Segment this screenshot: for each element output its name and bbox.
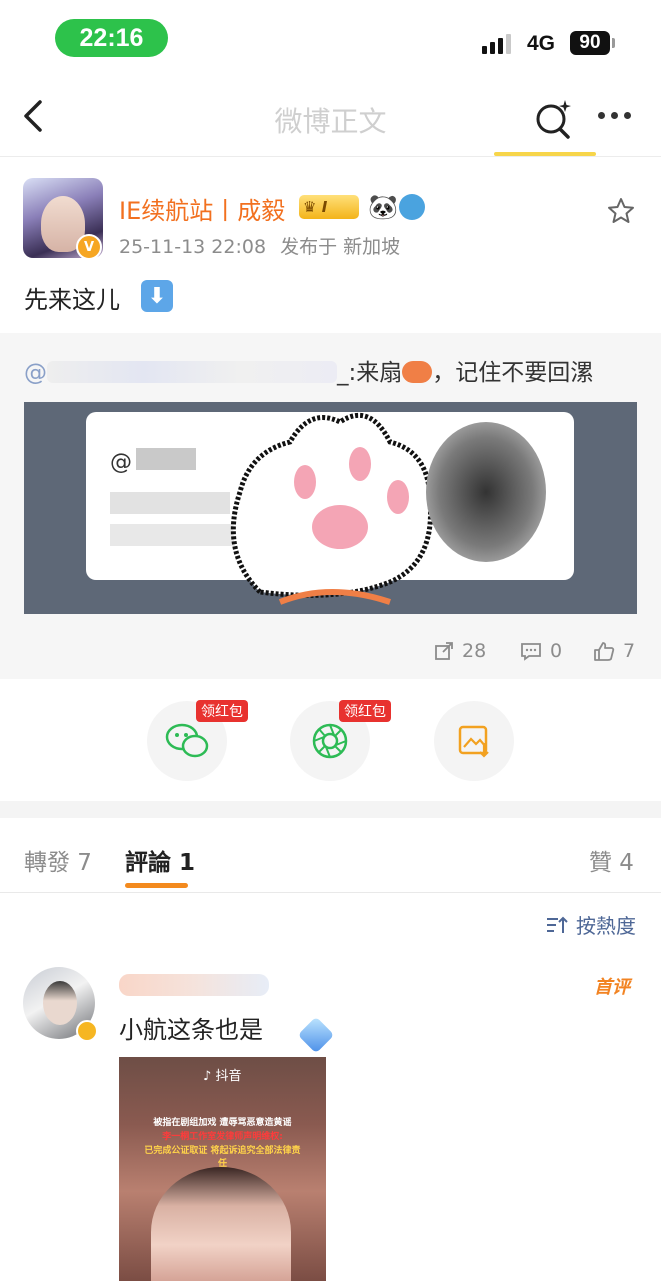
more-options-icon[interactable] <box>598 112 631 119</box>
post-timestamp: 25-11-13 22:08 <box>119 236 267 258</box>
image-headline-2: 李一桐工作室发律师声明维权: <box>162 1132 283 1142</box>
battery-tip <box>612 38 615 48</box>
sort-icon <box>547 916 568 933</box>
comment-count[interactable]: 0 <box>520 640 562 662</box>
share-count-value: 28 <box>462 640 487 662</box>
comment-text: 小航这条也是 <box>119 1016 263 1044</box>
post-location: 发布于 新加坡 <box>280 236 401 258</box>
repost-mention-prefix[interactable]: @ <box>24 360 47 386</box>
like-count-value: 7 <box>623 640 636 662</box>
moments-camera-icon <box>312 723 348 759</box>
scribbled-mark <box>426 422 546 562</box>
sort-by-popularity-button[interactable]: 按熱度 <box>546 910 636 939</box>
commenter-verified-icon <box>76 1020 98 1042</box>
diamond-icon <box>297 1016 335 1054</box>
first-comment-tag: 首评 <box>594 977 630 998</box>
repost-text-suffix: _:来扇 <box>337 360 403 386</box>
share-icon <box>435 642 453 660</box>
post-username[interactable]: IE续航站丨成毅 <box>119 191 285 226</box>
comment-icon <box>521 643 541 661</box>
blurred-line <box>110 492 230 514</box>
commenter-name-blurred[interactable] <box>119 974 269 996</box>
tab-likes[interactable]: 贊 4 <box>589 843 634 877</box>
blurred-username <box>47 361 337 383</box>
portrait-photo <box>151 1167 291 1281</box>
status-time: 22:16 <box>55 19 168 57</box>
nav-divider <box>0 156 661 157</box>
share-count[interactable]: 28 <box>434 640 486 662</box>
network-type: 4G <box>527 32 556 55</box>
save-image-button[interactable] <box>434 701 514 781</box>
moments-red-packet-badge: 领红包 <box>339 700 391 722</box>
down-arrow-icon: ⬇ <box>141 280 173 312</box>
post-meta: 25-11-13 22:08 发布于 新加坡 <box>119 232 400 259</box>
thumbs-up-icon <box>594 642 615 661</box>
tab-divider <box>0 892 661 893</box>
verified-v-icon: V <box>76 234 102 260</box>
active-tab-indicator <box>125 883 188 888</box>
shrimp-emoji-icon <box>402 361 433 383</box>
cat-paw-sticker-icon <box>230 412 433 605</box>
like-count[interactable]: 7 <box>593 640 635 662</box>
comment-image[interactable]: ♪ 抖音 被指在剧组加戏 遭辱骂恶意造黄谣 李一桐工作室发律师声明维权: 已完成… <box>119 1057 326 1281</box>
image-headline-3: 已完成公证取证 将起诉追究全部法律责任 <box>144 1146 301 1169</box>
image-mention-text: @ <box>110 450 132 475</box>
tab-comments[interactable]: 評論 1 <box>125 843 195 877</box>
crown-badge-text: I <box>321 198 328 216</box>
search-icon[interactable] <box>531 97 575 141</box>
wechat-red-packet-badge: 领红包 <box>196 700 248 722</box>
image-download-icon <box>458 725 489 758</box>
wechat-icon <box>165 723 209 758</box>
douyin-watermark: ♪ 抖音 <box>203 1069 242 1084</box>
image-headline-1: 被指在剧组加戏 遭辱骂恶意造黄谣 <box>153 1118 292 1128</box>
blurred-name <box>136 448 196 470</box>
sort-label: 按熱度 <box>576 914 636 938</box>
post-body-text: 先来这儿 <box>24 286 120 314</box>
section-separator <box>0 801 661 818</box>
repost-text: @ _:来扇 ，记住不要回漯 <box>24 353 593 387</box>
comment-count-value: 0 <box>550 640 563 662</box>
repost-text-tail: ，记住不要回漯 <box>432 360 594 386</box>
battery-icon: 90 <box>570 31 610 55</box>
tab-reposts[interactable]: 轉發 7 <box>24 843 92 877</box>
commenter-face <box>43 981 77 1025</box>
favorite-star-icon[interactable] <box>606 196 636 226</box>
panda-icon: 🐼 <box>368 193 398 221</box>
shield-badge-icon <box>399 194 425 220</box>
crown-icon: ♛ <box>303 198 317 216</box>
repost-image[interactable]: @ <box>24 402 637 614</box>
cellular-signal-icon <box>482 32 511 54</box>
douyin-label: 抖音 <box>215 1069 242 1084</box>
membership-crown-badge[interactable]: ♛ I <box>299 195 359 219</box>
